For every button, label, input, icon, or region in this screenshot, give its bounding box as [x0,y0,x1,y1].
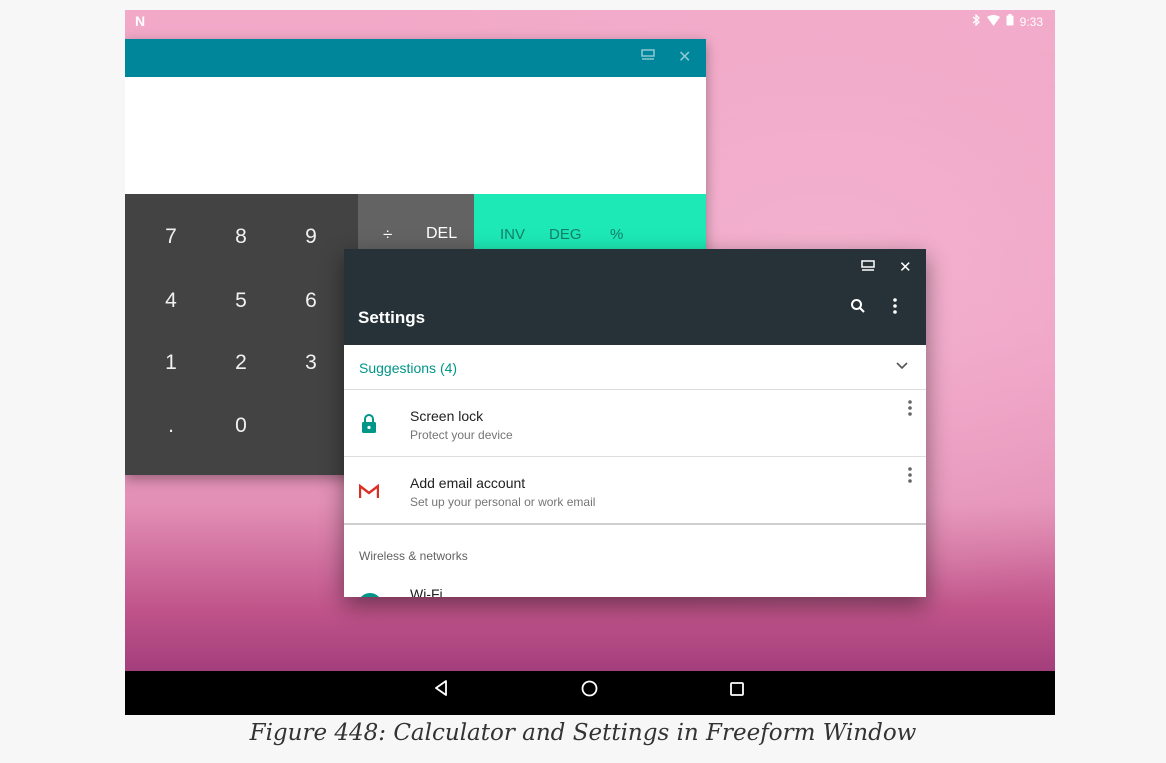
suggestions-header[interactable]: Suggestions (4) [344,345,926,390]
battery-icon [1006,14,1014,29]
key-percent[interactable]: % [610,226,623,243]
gmail-icon [358,480,380,502]
category-header: Wireless & networks [359,549,468,563]
row-subtitle: Protect your device [410,428,513,442]
suggestion-add-email[interactable]: Add email account Set up your personal o… [344,457,926,523]
key-delete[interactable]: DEL [426,225,457,243]
bluetooth-icon [972,13,981,29]
key-2[interactable]: 2 [221,351,261,375]
status-time: 9:33 [1019,14,1043,29]
page-title: Settings [358,308,426,327]
key-6[interactable]: 6 [291,289,331,313]
wifi-icon [986,14,1000,29]
close-icon[interactable]: ✕ [678,47,691,67]
figure-caption: Figure 448: Calculator and Settings in F… [249,720,917,746]
search-icon[interactable] [850,298,866,319]
status-bar: N 9:33 [125,10,1055,34]
wifi-icon [358,593,382,597]
row-subtitle: Set up your personal or work email [410,495,596,509]
key-3[interactable]: 3 [291,351,331,375]
more-vert-icon[interactable] [908,400,912,420]
key-deg[interactable]: DEG [549,226,582,243]
key-9[interactable]: 9 [291,225,331,249]
key-7[interactable]: 7 [151,225,191,249]
home-icon[interactable] [581,680,598,702]
section-divider [344,523,926,525]
calculator-caption-bar[interactable]: ✕ [125,39,706,77]
calculator-numpad: 7 8 9 4 5 6 1 2 3 . 0 [125,194,358,475]
wifi-label[interactable]: Wi-Fi [410,586,443,597]
suggestions-label: Suggestions (4) [359,360,458,376]
key-decimal[interactable]: . [151,414,191,438]
suggestion-screen-lock[interactable]: Screen lock Protect your device [344,390,926,457]
key-divide[interactable]: ÷ [383,225,392,245]
key-4[interactable]: 4 [151,289,191,313]
tablet-screen: N 9:33 ✕ 7 8 9 4 5 6 1 2 3 . 0 ÷ DEL INV… [125,10,1055,715]
window-mode-icon[interactable] [641,47,655,66]
lock-icon [358,413,380,435]
notification-n-icon: N [135,13,146,29]
key-8[interactable]: 8 [221,225,261,249]
key-5[interactable]: 5 [221,289,261,313]
settings-caption-bar[interactable]: ✕ [344,249,926,287]
row-title: Add email account [410,475,526,491]
navigation-bar [125,671,1055,715]
settings-window[interactable]: ✕ Settings Suggestions (4) Screen lock P… [344,249,926,597]
back-icon[interactable] [434,680,448,701]
key-inv[interactable]: INV [500,226,525,243]
key-1[interactable]: 1 [151,351,191,375]
window-mode-icon[interactable] [861,258,875,276]
more-vert-icon[interactable] [908,467,912,487]
more-vert-icon[interactable] [893,298,897,319]
settings-toolbar: Settings [344,287,926,345]
close-icon[interactable]: ✕ [899,258,912,276]
row-title: Screen lock [410,408,484,424]
recents-icon[interactable] [730,680,744,701]
chevron-down-icon[interactable] [896,358,908,373]
key-0[interactable]: 0 [221,414,261,438]
calculator-display [125,77,706,194]
